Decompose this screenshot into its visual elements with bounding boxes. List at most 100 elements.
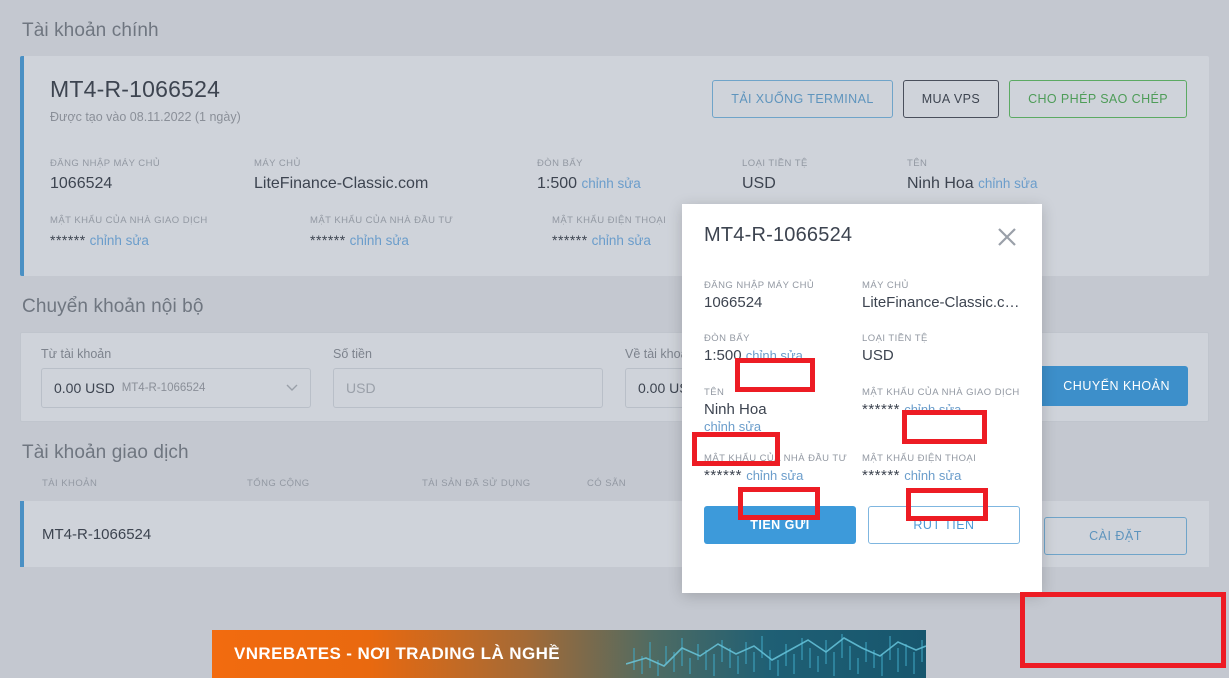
transfer-amount-label: Số tiền bbox=[333, 347, 372, 361]
account-action-buttons: TẢI XUỐNG TERMINAL MUA VPS CHO PHÉP SAO … bbox=[712, 80, 1187, 118]
modal-field-text: ****** bbox=[704, 467, 743, 484]
transfer-amount-input[interactable]: USD bbox=[333, 368, 603, 408]
modal-field-text: 1066524 bbox=[704, 294, 763, 311]
field-investor-password: MẬT KHẨU CỦA NHÀ ĐẦU TƯ ****** chỉnh sửa bbox=[310, 215, 552, 248]
page-content: Tài khoản chính MT4-R-1066524 Được tạo v… bbox=[0, 0, 1229, 678]
transfer-from-select[interactable]: 0.00 USD MT4-R-1066524 bbox=[41, 368, 311, 408]
modal-field-label: MÁY CHỦ bbox=[862, 280, 909, 291]
ad-banner-text: VNREBATES - NƠI TRADING LÀ NGHỀ bbox=[234, 644, 560, 663]
field-value: Ninh Hoa chỉnh sửa bbox=[907, 175, 1107, 193]
edit-investor-password-link[interactable]: chỉnh sửa bbox=[350, 233, 409, 248]
field-label: TÊN bbox=[907, 158, 928, 169]
page-title-main-account: Tài khoản chính bbox=[22, 20, 159, 41]
edit-phone-password-link[interactable]: chỉnh sửa bbox=[592, 233, 651, 248]
field-label: ĐĂNG NHẬP MÁY CHỦ bbox=[50, 158, 161, 169]
column-header-total: TỔNG CỘNG bbox=[247, 478, 310, 489]
modal-edit-investor-password-link[interactable]: chỉnh sửa bbox=[746, 468, 803, 483]
download-terminal-button[interactable]: TẢI XUỐNG TERMINAL bbox=[712, 80, 893, 118]
field-text: USD bbox=[742, 175, 776, 192]
field-name: TÊN Ninh Hoa chỉnh sửa bbox=[907, 158, 1107, 193]
transfer-amount-placeholder: USD bbox=[346, 380, 376, 396]
edit-name-link[interactable]: chỉnh sửa bbox=[978, 176, 1037, 191]
screen: Tài khoản chính MT4-R-1066524 Được tạo v… bbox=[0, 0, 1229, 678]
field-text: ****** bbox=[552, 232, 588, 248]
modal-field-text: ****** bbox=[862, 467, 901, 484]
modal-header: MT4-R-1066524 bbox=[704, 224, 1020, 250]
column-header-account: TÀI KHOẢN bbox=[42, 478, 98, 489]
modal-field-value-edit: chỉnh sửa bbox=[704, 418, 862, 435]
modal-field-phone-password: MẬT KHẨU ĐIỆN THOẠI ****** chỉnh sửa bbox=[862, 453, 1020, 484]
field-text: LiteFinance-Classic.com bbox=[254, 175, 429, 192]
field-value: USD bbox=[742, 175, 907, 193]
field-label: MẬT KHẨU CỦA NHÀ GIAO DỊCH bbox=[50, 215, 208, 226]
field-label: MẬT KHẨU CỦA NHÀ ĐẦU TƯ bbox=[310, 215, 454, 226]
field-currency: LOẠI TIỀN TỆ USD bbox=[742, 158, 907, 193]
modal-field-currency: LOẠI TIỀN TỆ USD bbox=[862, 333, 1020, 364]
modal-title: MT4-R-1066524 bbox=[704, 224, 853, 246]
field-trader-password: MẬT KHẨU CỦA NHÀ GIAO DỊCH ****** chỉnh … bbox=[50, 215, 310, 248]
transfer-from-group: Từ tài khoản 0.00 USD MT4-R-1066524 bbox=[41, 347, 311, 408]
modal-row-4: MẬT KHẨU CỦA NHÀ ĐẦU TƯ ****** chỉnh sửa… bbox=[704, 453, 1020, 484]
modal-field-value: ****** chỉnh sửa bbox=[704, 467, 862, 484]
account-details-modal: MT4-R-1066524 ĐĂNG NHẬP MÁY CHỦ 1066524 … bbox=[682, 204, 1042, 593]
chevron-down-icon bbox=[286, 381, 298, 395]
field-server-login: ĐĂNG NHẬP MÁY CHỦ 1066524 bbox=[50, 158, 254, 193]
field-text: 1:500 bbox=[537, 175, 578, 192]
modal-field-name: TÊN Ninh Hoa chỉnh sửa bbox=[704, 387, 862, 435]
modal-row-3: TÊN Ninh Hoa chỉnh sửa MẬT KHẨU CỦA NHÀ … bbox=[704, 387, 1020, 435]
edit-leverage-link[interactable]: chỉnh sửa bbox=[582, 176, 641, 191]
field-leverage: ĐÒN BẨY 1:500 chỉnh sửa bbox=[537, 158, 742, 193]
modal-field-value: LiteFinance-Classic.c… bbox=[862, 294, 1020, 311]
modal-field-leverage: ĐÒN BẨY 1:500 chỉnh sửa bbox=[704, 333, 862, 364]
transfer-from-balance: 0.00 USD bbox=[54, 380, 115, 396]
modal-row-2: ĐÒN BẨY 1:500 chỉnh sửa LOẠI TIỀN TỆ USD bbox=[704, 333, 1020, 364]
close-icon[interactable] bbox=[994, 224, 1020, 250]
field-server: MÁY CHỦ LiteFinance-Classic.com bbox=[254, 158, 537, 193]
field-value: ****** chỉnh sửa bbox=[310, 232, 552, 248]
modal-field-text: Ninh Hoa bbox=[704, 401, 767, 418]
allow-copy-button[interactable]: CHO PHÉP SAO CHÉP bbox=[1009, 80, 1187, 118]
banner-chart-graphic bbox=[626, 634, 926, 676]
transfer-from-label: Từ tài khoản bbox=[41, 347, 112, 361]
modal-field-value: USD bbox=[862, 347, 1020, 364]
modal-field-value: ****** chỉnh sửa bbox=[862, 401, 1020, 418]
deposit-button[interactable]: TIỀN GỬI bbox=[704, 506, 856, 544]
modal-fields: ĐĂNG NHẬP MÁY CHỦ 1066524 MÁY CHỦ LiteFi… bbox=[704, 280, 1020, 544]
edit-trader-password-link[interactable]: chỉnh sửa bbox=[90, 233, 149, 248]
modal-field-label: MẬT KHẨU ĐIỆN THOẠI bbox=[862, 453, 977, 464]
modal-field-text: LiteFinance-Classic.c… bbox=[862, 294, 1020, 311]
field-text: ****** bbox=[50, 232, 86, 248]
transfer-from-account: MT4-R-1066524 bbox=[121, 382, 206, 394]
modal-edit-phone-password-link[interactable]: chỉnh sửa bbox=[904, 468, 961, 483]
modal-field-value: Ninh Hoa bbox=[704, 401, 862, 418]
modal-field-label: MẬT KHẨU CỦA NHÀ ĐẦU TƯ bbox=[704, 453, 848, 464]
field-value: ****** chỉnh sửa bbox=[50, 232, 310, 248]
modal-field-server: MÁY CHỦ LiteFinance-Classic.c… bbox=[862, 280, 1020, 311]
modal-edit-leverage-link[interactable]: chỉnh sửa bbox=[746, 348, 803, 363]
modal-field-value: 1:500 chỉnh sửa bbox=[704, 347, 862, 364]
modal-field-label: LOẠI TIỀN TỆ bbox=[862, 333, 928, 344]
modal-edit-trader-password-link[interactable]: chỉnh sửa bbox=[904, 402, 961, 417]
transfer-amount-group: Số tiền USD bbox=[333, 347, 603, 408]
modal-field-text: ****** bbox=[862, 401, 901, 418]
modal-field-investor-password: MẬT KHẨU CỦA NHÀ ĐẦU TƯ ****** chỉnh sửa bbox=[704, 453, 862, 484]
ad-banner[interactable]: VNREBATES - NƠI TRADING LÀ NGHỀ bbox=[212, 630, 926, 678]
field-text: 1066524 bbox=[50, 175, 113, 192]
column-header-used: TÀI SẢN ĐÃ SỬ DỤNG bbox=[422, 478, 531, 489]
modal-field-label: ĐÒN BẨY bbox=[704, 333, 750, 344]
modal-field-server-login: ĐĂNG NHẬP MÁY CHỦ 1066524 bbox=[704, 280, 862, 311]
modal-field-text: 1:500 bbox=[704, 347, 742, 364]
field-text: ****** bbox=[310, 232, 346, 248]
buy-vps-button[interactable]: MUA VPS bbox=[902, 80, 1000, 118]
field-label: ĐÒN BẨY bbox=[537, 158, 583, 169]
field-value: LiteFinance-Classic.com bbox=[254, 175, 537, 193]
modal-field-label: MẬT KHẨU CỦA NHÀ GIAO DỊCH bbox=[862, 387, 1020, 398]
modal-actions: TIỀN GỬI RÚT TIỀN bbox=[704, 506, 1020, 544]
settings-button[interactable]: CÀI ĐẶT bbox=[1044, 517, 1187, 555]
modal-field-value: 1066524 bbox=[704, 294, 862, 311]
modal-edit-name-link[interactable]: chỉnh sửa bbox=[704, 419, 761, 434]
field-label: LOẠI TIỀN TỆ bbox=[742, 158, 808, 169]
field-value: 1066524 bbox=[50, 175, 254, 193]
withdraw-button[interactable]: RÚT TIỀN bbox=[867, 506, 1020, 544]
cell-account: MT4-R-1066524 bbox=[42, 525, 152, 543]
